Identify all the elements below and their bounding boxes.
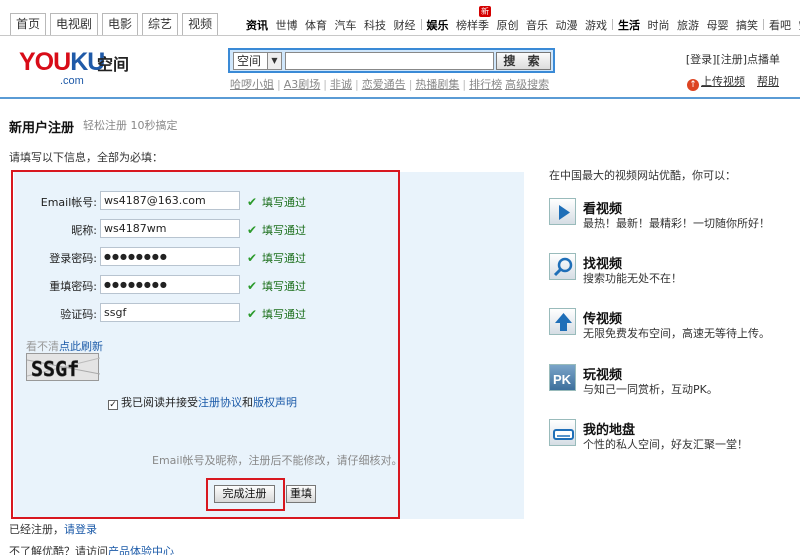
upload-icon [549,308,576,335]
divider [763,19,764,30]
hot-link[interactable]: 非诚 [330,78,352,91]
upload-arrow-icon: ↑ [687,79,699,91]
learn-prefix: 不了解优酷？请访问 [9,545,108,555]
pk-icon: PK [549,364,576,391]
nav-link[interactable]: 动漫 [556,19,578,32]
svg-text:PK: PK [553,372,572,387]
highlight-submit-box [206,478,285,511]
form-hint: 请填写以下信息，全部为必填： [9,151,163,164]
nav-link-ent[interactable]: 娱乐 [427,19,449,32]
page-title: 新用户注册 [9,121,75,136]
search-button[interactable]: 搜 索 [496,52,551,70]
divider [420,19,422,30]
nav-link[interactable]: 汽车 [335,19,357,32]
top-nav: 首页 电视剧 电影 综艺 视频 资讯 世博 体育 汽车 科技 财经 娱乐 榜样季… [0,0,800,36]
youku-logo[interactable]: YOUKU [19,50,105,75]
hot-link[interactable]: 恋爱通告 [362,78,406,91]
hot-link[interactable]: A3剧场 [284,78,321,91]
features-title: 在中国最大的视频网站优酷，你可以： [549,169,736,182]
disk-icon [549,419,576,446]
nav-link[interactable]: 时尚 [648,19,670,32]
nav-link-kanba[interactable]: 看吧 [769,19,791,32]
help-link[interactable]: 帮助 [757,75,779,88]
tab-home[interactable]: 首页 [10,13,47,35]
nav-link[interactable]: 游戏 [585,19,607,32]
nav-link[interactable]: 原创 [497,19,519,32]
tab-tv[interactable]: 电视剧 [50,13,99,35]
advanced-search-link[interactable]: 高级搜索 [505,78,549,91]
nav-link-life[interactable]: 生活 [618,19,640,32]
register-link[interactable]: [注册] [716,53,747,66]
tab-variety[interactable]: 综艺 [142,13,179,35]
nav-link[interactable]: 科技 [364,19,386,32]
search-input[interactable] [285,52,494,70]
account-links: [登录][注册]点播单 [686,51,780,67]
hot-links: 哈啰小姐 | A3剧场 | 非诚 | 恋爱通告 | 热播剧集 | 排行榜 高级搜索 [230,78,550,91]
feature-upload: 传视频 无限免费发布空间，高速无等待上传。 [549,308,789,340]
playlist-link[interactable]: 点播单 [747,53,780,66]
hot-link[interactable]: 哈啰小姐 [230,78,274,91]
search-bar: 空间 ▼ 搜 索 [228,48,555,73]
nav-link[interactable]: 榜样季 [456,19,489,32]
login-link-bottom[interactable]: 请登录 [64,523,97,536]
nav-link[interactable]: 世博 [276,19,298,32]
highlight-form-box [11,170,400,519]
page-subtitle: 轻松注册 10秒搞定 [83,119,178,132]
nav-link[interactable]: 财经 [394,19,416,32]
login-link[interactable]: [登录] [686,53,717,66]
search-icon [549,253,576,280]
tab-video[interactable]: 视频 [182,13,219,35]
feature-desc: 无限免费发布空间，高速无等待上传。 [583,327,770,340]
search-scope-select[interactable]: 空间 ▼ [233,52,282,70]
upload-link[interactable]: 上传视频 [701,75,745,88]
chevron-down-icon: ▼ [267,53,281,69]
divider [612,19,613,30]
learn-more: 不了解优酷？请访问产品体验中心 [9,543,174,555]
new-badge: 新 [479,6,491,17]
nav-group-news: 资讯 世博 体育 汽车 科技 财经 [246,17,420,33]
nav-link[interactable]: 旅游 [677,19,699,32]
search-scope-value: 空间 [237,54,262,68]
experience-center-link[interactable]: 产品体验中心 [108,545,174,555]
header: YOUKU .com 空间 空间 ▼ 搜 索 哈啰小姐 | A3剧场 | 非诚 | 恋爱通告… [0,37,800,99]
nav-group-misc: 看吧 空间 [769,17,800,33]
nav-group-life: 生活 时尚 旅游 母婴 搞笑 [618,17,762,33]
feature-desc: 最热！最新！最精彩！一切随你所好！ [583,217,770,230]
already-registered: 已经注册，请登录 [9,521,97,537]
logo-domain: .com [60,75,84,87]
nav-links: 资讯 世博 体育 汽车 科技 财经 娱乐 榜样季 原创 音乐 动漫 游戏 生活 … [246,17,800,33]
upload-area: ↑ 上传视频 帮助 [687,73,779,91]
already-prefix: 已经注册， [9,523,64,536]
nav-link[interactable]: 体育 [305,19,327,32]
feature-desc: 个性的私人空间，好友汇聚一堂！ [583,438,748,451]
play-icon [549,198,576,225]
channel-tabs: 首页 电视剧 电影 综艺 视频 [10,13,222,35]
feature-watch: 看视频 最热！最新！最精彩！一切随你所好！ [549,198,789,230]
section-title: 空间 [97,55,130,74]
feature-search: 找视频 搜索功能无处不在！ [549,253,789,285]
feature-desc: 与知己一同赏析，互动PK。 [583,383,718,396]
nav-group-ent: 娱乐 榜样季 原创 音乐 动漫 游戏 [427,17,612,33]
nav-link[interactable]: 搞笑 [736,19,758,32]
feature-play: PK 玩视频 与知己一同赏析，互动PK。 [549,364,789,396]
nav-link-news[interactable]: 资讯 [246,19,268,32]
nav-link[interactable]: 母婴 [707,19,729,32]
feature-space: 我的地盘 个性的私人空间，好友汇聚一堂！ [549,419,789,451]
hot-link[interactable]: 排行榜 [469,78,502,91]
tab-movie[interactable]: 电影 [102,13,139,35]
hot-link[interactable]: 热播剧集 [415,78,459,91]
feature-desc: 搜索功能无处不在！ [583,272,682,285]
nav-link[interactable]: 音乐 [526,19,548,32]
